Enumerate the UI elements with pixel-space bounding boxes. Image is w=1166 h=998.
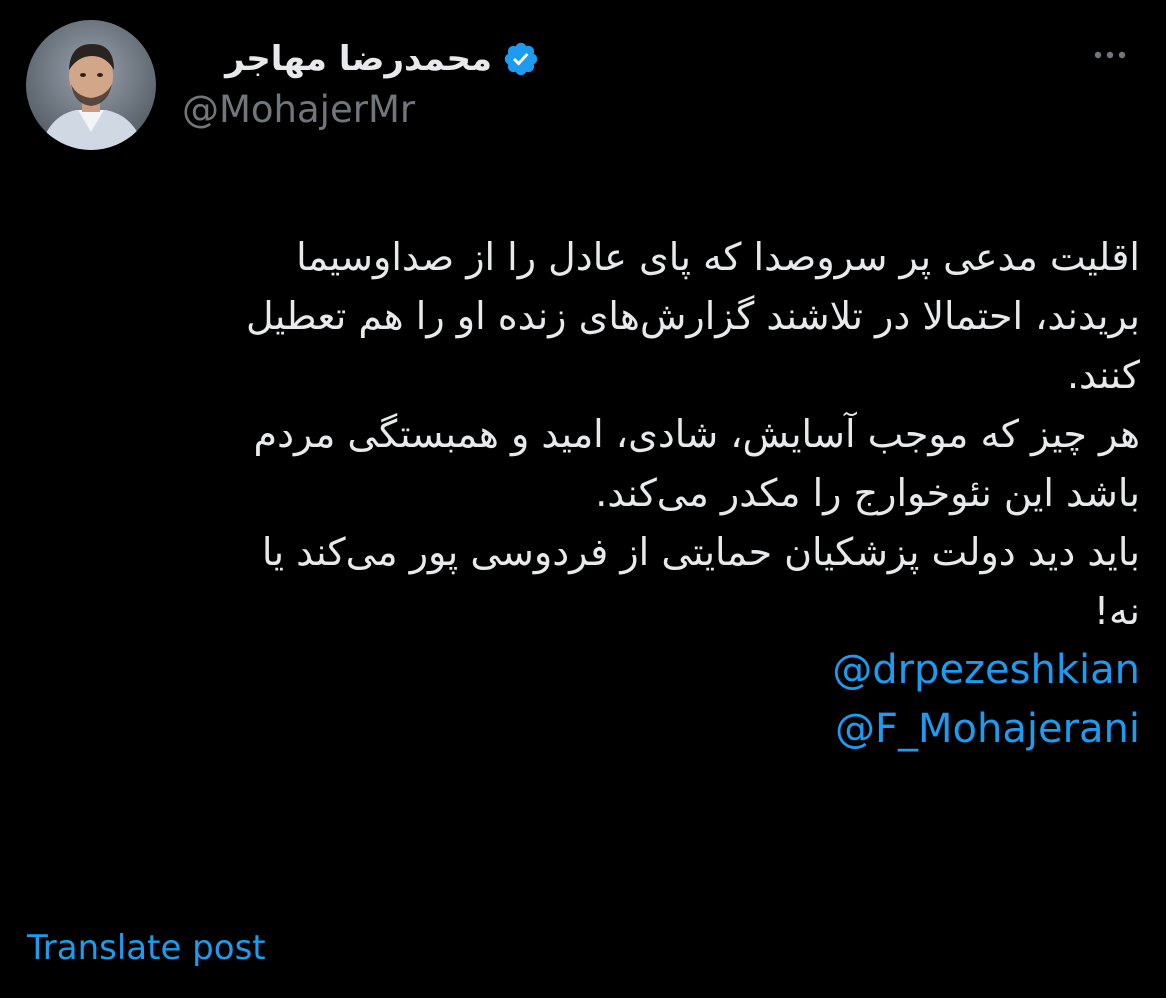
post-line: باشد این نئوخوارج را مکدر می‌کند. <box>595 471 1140 515</box>
profile-photo-image <box>26 20 156 150</box>
author-name[interactable]: محمدرضا مهاجر <box>225 34 540 84</box>
mention-link-drpezeshkian[interactable]: @drpezeshkian <box>30 641 1140 700</box>
post-line: اقلیت مدعی پر سروصدا که پای عادل را از ص… <box>296 235 1140 279</box>
author-handle[interactable]: @MohajerMr <box>182 88 415 131</box>
post-text: اقلیت مدعی پر سروصدا که پای عادل را از ص… <box>30 228 1140 759</box>
post-line: باید دید دولت پزشکیان حمایتی از فردوسی پ… <box>261 530 1140 574</box>
more-options-button[interactable] <box>1090 40 1130 70</box>
post-line: نه! <box>1093 589 1140 633</box>
post-line: هر چیز که موجب آسایش، شادی، امید و همبست… <box>253 412 1140 456</box>
author-display-name: محمدرضا مهاجر <box>225 39 492 79</box>
mention-link-f-mohajerani[interactable]: @F_Mohajerani <box>30 700 1140 759</box>
avatar[interactable] <box>26 20 156 150</box>
post-line: کنند. <box>1066 353 1140 397</box>
more-horizontal-icon <box>1094 51 1126 59</box>
translate-post-link[interactable]: Translate post <box>27 928 266 968</box>
verified-badge-icon <box>502 40 540 78</box>
post-line: بریدند، احتمالا در تلاشند گزارش‌های زنده… <box>245 294 1140 338</box>
